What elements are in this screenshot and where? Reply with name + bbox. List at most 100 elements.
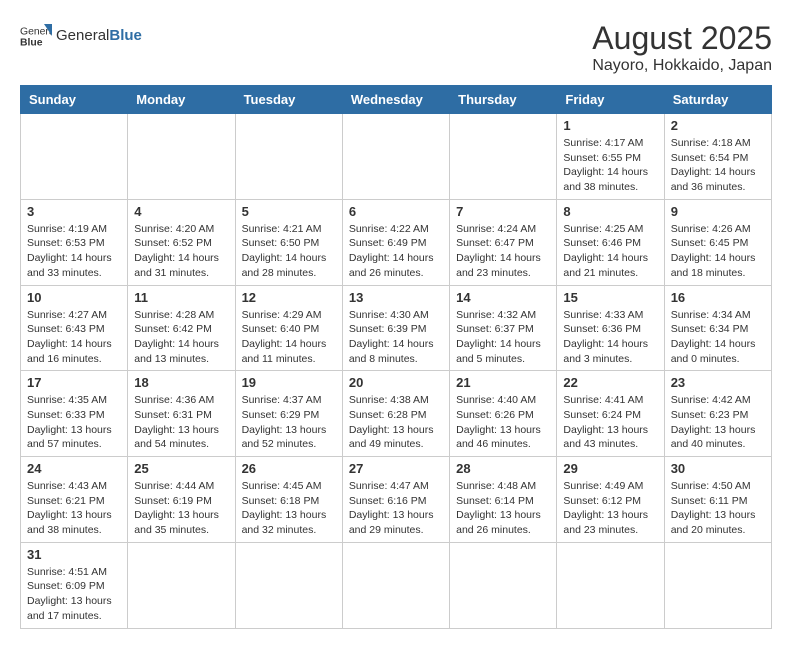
location-title: Nayoro, Hokkaido, Japan xyxy=(592,57,772,75)
calendar-cell: 30Sunrise: 4:50 AM Sunset: 6:11 PM Dayli… xyxy=(664,457,771,543)
col-header-tuesday: Tuesday xyxy=(235,86,342,114)
day-info: Sunrise: 4:18 AM Sunset: 6:54 PM Dayligh… xyxy=(671,136,765,195)
day-info: Sunrise: 4:40 AM Sunset: 6:26 PM Dayligh… xyxy=(456,393,550,452)
calendar-cell xyxy=(128,542,235,628)
day-info: Sunrise: 4:25 AM Sunset: 6:46 PM Dayligh… xyxy=(563,222,657,281)
col-header-wednesday: Wednesday xyxy=(342,86,449,114)
col-header-sunday: Sunday xyxy=(21,86,128,114)
calendar-cell: 5Sunrise: 4:21 AM Sunset: 6:50 PM Daylig… xyxy=(235,199,342,285)
day-info: Sunrise: 4:38 AM Sunset: 6:28 PM Dayligh… xyxy=(349,393,443,452)
day-number: 2 xyxy=(671,118,765,133)
day-info: Sunrise: 4:49 AM Sunset: 6:12 PM Dayligh… xyxy=(563,479,657,538)
day-info: Sunrise: 4:44 AM Sunset: 6:19 PM Dayligh… xyxy=(134,479,228,538)
day-number: 16 xyxy=(671,290,765,305)
day-number: 15 xyxy=(563,290,657,305)
day-number: 29 xyxy=(563,461,657,476)
calendar-cell: 9 Sunrise: 4:26 AM Sunset: 6:45 PM Daylig… xyxy=(664,199,771,285)
day-number: 27 xyxy=(349,461,443,476)
day-number: 4 xyxy=(134,204,228,219)
day-info: Sunrise: 4:26 AM Sunset: 6:45 PM Dayligh… xyxy=(671,222,765,281)
day-number: 30 xyxy=(671,461,765,476)
col-header-monday: Monday xyxy=(128,86,235,114)
day-info: Sunrise: 4:37 AM Sunset: 6:29 PM Dayligh… xyxy=(242,393,336,452)
calendar-cell: 17Sunrise: 4:35 AM Sunset: 6:33 PM Dayli… xyxy=(21,371,128,457)
day-number: 26 xyxy=(242,461,336,476)
day-info: Sunrise: 4:41 AM Sunset: 6:24 PM Dayligh… xyxy=(563,393,657,452)
day-info: Sunrise: 4:42 AM Sunset: 6:23 PM Dayligh… xyxy=(671,393,765,452)
calendar-cell: 21 Sunrise: 4:40 AM Sunset: 6:26 PM Dayli… xyxy=(450,371,557,457)
calendar-cell: 8 Sunrise: 4:25 AM Sunset: 6:46 PM Daylig… xyxy=(557,199,664,285)
day-info: Sunrise: 4:17 AM Sunset: 6:55 PM Dayligh… xyxy=(563,136,657,195)
col-header-saturday: Saturday xyxy=(664,86,771,114)
day-info: Sunrise: 4:34 AM Sunset: 6:34 PM Dayligh… xyxy=(671,308,765,367)
day-number: 12 xyxy=(242,290,336,305)
svg-text:Blue: Blue xyxy=(20,38,43,49)
calendar-week-row: 3Sunrise: 4:19 AM Sunset: 6:53 PM Daylig… xyxy=(21,199,772,285)
days-header-row: SundayMondayTuesdayWednesdayThursdayFrid… xyxy=(21,86,772,114)
calendar-cell: 12Sunrise: 4:29 AM Sunset: 6:40 PM Dayli… xyxy=(235,285,342,371)
calendar-cell xyxy=(128,114,235,200)
calendar-cell: 15 Sunrise: 4:33 AM Sunset: 6:36 PM Dayli… xyxy=(557,285,664,371)
day-number: 20 xyxy=(349,375,443,390)
calendar-week-row: 17Sunrise: 4:35 AM Sunset: 6:33 PM Dayli… xyxy=(21,371,772,457)
calendar-cell: 28 Sunrise: 4:48 AM Sunset: 6:14 PM Dayli… xyxy=(450,457,557,543)
day-info: Sunrise: 4:35 AM Sunset: 6:33 PM Dayligh… xyxy=(27,393,121,452)
day-info: Sunrise: 4:28 AM Sunset: 6:42 PM Dayligh… xyxy=(134,308,228,367)
calendar-cell xyxy=(21,114,128,200)
day-number: 28 xyxy=(456,461,550,476)
calendar-cell: 7 Sunrise: 4:24 AM Sunset: 6:47 PM Daylig… xyxy=(450,199,557,285)
day-number: 8 xyxy=(563,204,657,219)
month-title: August 2025 xyxy=(592,20,772,57)
day-number: 14 xyxy=(456,290,550,305)
calendar-table: SundayMondayTuesdayWednesdayThursdayFrid… xyxy=(20,85,772,629)
calendar-cell xyxy=(235,542,342,628)
day-info: Sunrise: 4:22 AM Sunset: 6:49 PM Dayligh… xyxy=(349,222,443,281)
day-number: 21 xyxy=(456,375,550,390)
calendar-cell: 25 Sunrise: 4:44 AM Sunset: 6:19 PM Dayli… xyxy=(128,457,235,543)
calendar-cell: 11Sunrise: 4:28 AM Sunset: 6:42 PM Dayli… xyxy=(128,285,235,371)
calendar-cell: 2 Sunrise: 4:18 AM Sunset: 6:54 PM Daylig… xyxy=(664,114,771,200)
day-info: Sunrise: 4:33 AM Sunset: 6:36 PM Dayligh… xyxy=(563,308,657,367)
day-number: 9 xyxy=(671,204,765,219)
calendar-cell: 22 Sunrise: 4:41 AM Sunset: 6:24 PM Dayli… xyxy=(557,371,664,457)
day-number: 23 xyxy=(671,375,765,390)
day-info: Sunrise: 4:32 AM Sunset: 6:37 PM Dayligh… xyxy=(456,308,550,367)
logo-text: GeneralBlue xyxy=(56,27,142,45)
day-number: 13 xyxy=(349,290,443,305)
header: General Blue GeneralBlue August 2025 Nay… xyxy=(20,20,772,75)
calendar-cell: 6 Sunrise: 4:22 AM Sunset: 6:49 PM Daylig… xyxy=(342,199,449,285)
calendar-cell xyxy=(342,542,449,628)
calendar-cell: 1 Sunrise: 4:17 AM Sunset: 6:55 PM Daylig… xyxy=(557,114,664,200)
day-number: 5 xyxy=(242,204,336,219)
title-area: August 2025 Nayoro, Hokkaido, Japan xyxy=(592,20,772,75)
calendar-cell: 14 Sunrise: 4:32 AM Sunset: 6:37 PM Dayli… xyxy=(450,285,557,371)
day-number: 7 xyxy=(456,204,550,219)
calendar-cell: 29 Sunrise: 4:49 AM Sunset: 6:12 PM Dayli… xyxy=(557,457,664,543)
day-number: 25 xyxy=(134,461,228,476)
calendar-cell: 3Sunrise: 4:19 AM Sunset: 6:53 PM Daylig… xyxy=(21,199,128,285)
calendar-week-row: 1 Sunrise: 4:17 AM Sunset: 6:55 PM Daylig… xyxy=(21,114,772,200)
day-info: Sunrise: 4:36 AM Sunset: 6:31 PM Dayligh… xyxy=(134,393,228,452)
logo: General Blue GeneralBlue xyxy=(20,20,142,52)
day-info: Sunrise: 4:48 AM Sunset: 6:14 PM Dayligh… xyxy=(456,479,550,538)
day-number: 6 xyxy=(349,204,443,219)
day-info: Sunrise: 4:30 AM Sunset: 6:39 PM Dayligh… xyxy=(349,308,443,367)
col-header-thursday: Thursday xyxy=(450,86,557,114)
day-info: Sunrise: 4:19 AM Sunset: 6:53 PM Dayligh… xyxy=(27,222,121,281)
calendar-cell: 13 Sunrise: 4:30 AM Sunset: 6:39 PM Dayli… xyxy=(342,285,449,371)
calendar-cell xyxy=(342,114,449,200)
day-number: 24 xyxy=(27,461,121,476)
calendar-cell: 16 Sunrise: 4:34 AM Sunset: 6:34 PM Dayli… xyxy=(664,285,771,371)
calendar-cell: 23 Sunrise: 4:42 AM Sunset: 6:23 PM Dayli… xyxy=(664,371,771,457)
day-info: Sunrise: 4:45 AM Sunset: 6:18 PM Dayligh… xyxy=(242,479,336,538)
day-info: Sunrise: 4:24 AM Sunset: 6:47 PM Dayligh… xyxy=(456,222,550,281)
day-number: 19 xyxy=(242,375,336,390)
day-info: Sunrise: 4:27 AM Sunset: 6:43 PM Dayligh… xyxy=(27,308,121,367)
day-number: 22 xyxy=(563,375,657,390)
day-info: Sunrise: 4:20 AM Sunset: 6:52 PM Dayligh… xyxy=(134,222,228,281)
calendar-cell: 10 Sunrise: 4:27 AM Sunset: 6:43 PM Dayli… xyxy=(21,285,128,371)
day-number: 10 xyxy=(27,290,121,305)
calendar-cell: 18Sunrise: 4:36 AM Sunset: 6:31 PM Dayli… xyxy=(128,371,235,457)
calendar-cell: 20 Sunrise: 4:38 AM Sunset: 6:28 PM Dayli… xyxy=(342,371,449,457)
day-number: 1 xyxy=(563,118,657,133)
